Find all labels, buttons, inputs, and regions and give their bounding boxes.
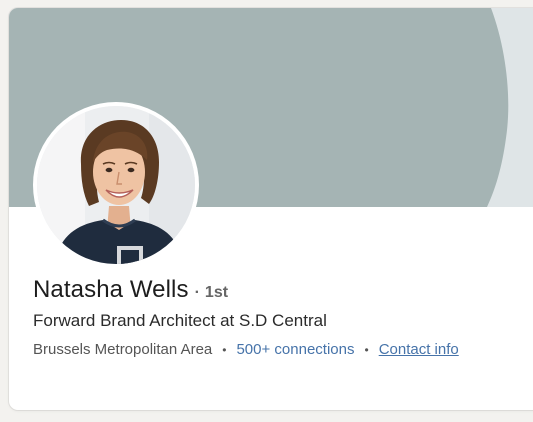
profile-name-row: Natasha Wells · 1st bbox=[33, 276, 533, 304]
degree-separator: · bbox=[194, 284, 200, 301]
profile-meta-row: Brussels Metropolitan Area • 500+ connec… bbox=[33, 341, 533, 358]
profile-photo bbox=[37, 106, 195, 264]
profile-location: Brussels Metropolitan Area bbox=[33, 341, 213, 358]
profile-info: Natasha Wells · 1st Forward Brand Archite… bbox=[33, 276, 533, 358]
profile-name: Natasha Wells bbox=[33, 276, 189, 303]
meta-separator: • bbox=[222, 343, 227, 357]
degree-label: 1st bbox=[204, 284, 229, 301]
profile-avatar[interactable] bbox=[33, 102, 199, 268]
profile-photo-graphic bbox=[37, 106, 195, 264]
connection-degree: · 1st bbox=[195, 284, 228, 302]
profile-headline: Forward Brand Architect at S.D Central bbox=[33, 311, 327, 330]
meta-separator: • bbox=[364, 343, 369, 357]
connections-link[interactable]: 500+ connections bbox=[236, 341, 354, 358]
profile-card: Natasha Wells · 1st Forward Brand Archite… bbox=[9, 8, 533, 410]
contact-info-link[interactable]: Contact info bbox=[379, 341, 459, 358]
